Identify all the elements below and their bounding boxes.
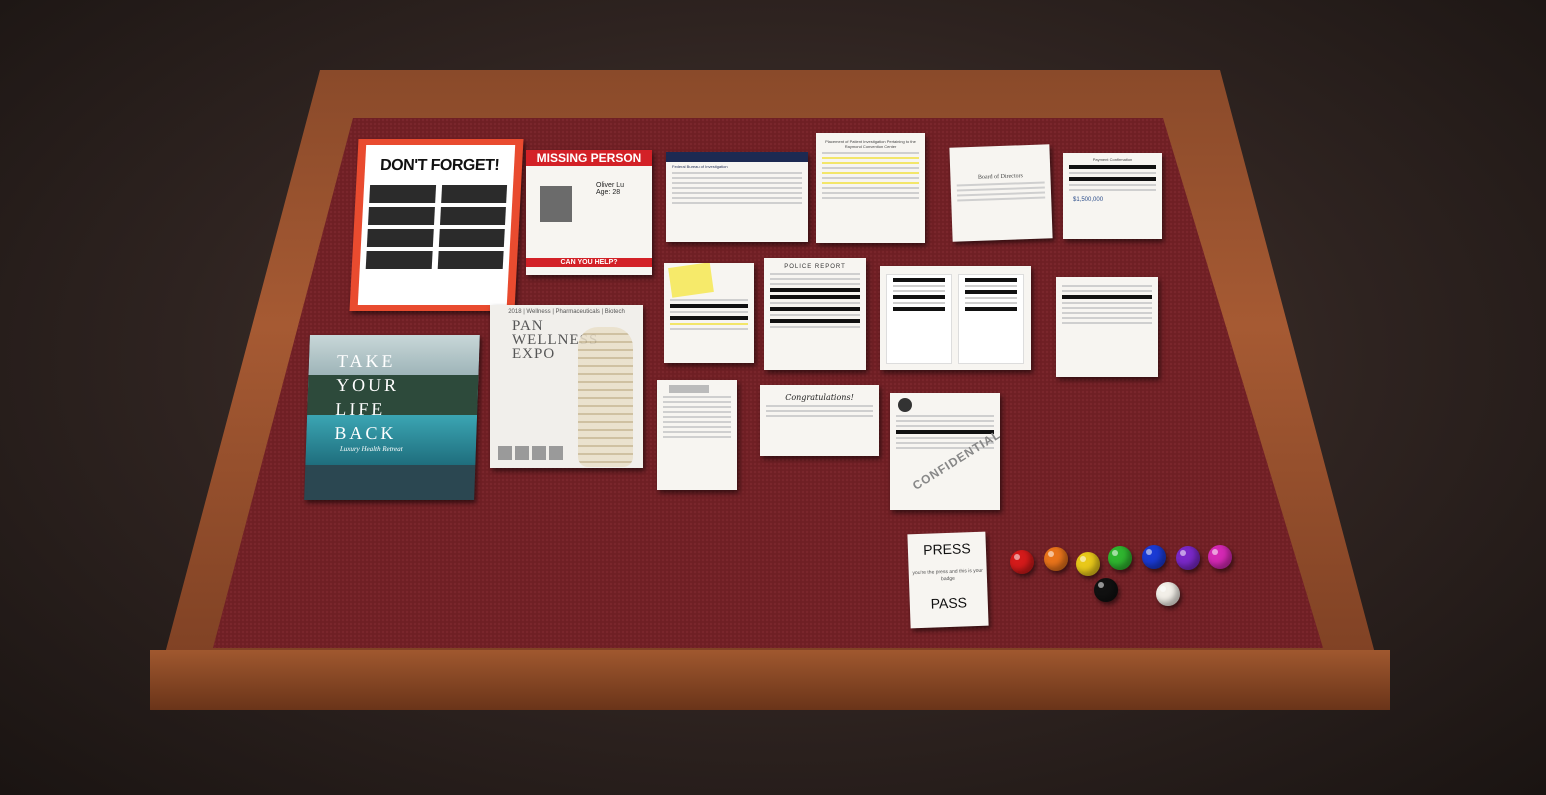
take-your-life-back-poster[interactable]: TAKE YOUR LIFE BACK Luxury Health Retrea… <box>304 335 480 500</box>
missing-person-poster[interactable]: MISSING PERSON Oliver Lu Age: 28 CAN YOU… <box>526 150 652 275</box>
cia-confidential-doc[interactable]: CONFIDENTIAL <box>890 393 1000 510</box>
chat-log-screenshots[interactable] <box>880 266 1031 370</box>
letterhead-doc[interactable] <box>1056 277 1158 377</box>
missing-person-title: MISSING PERSON <box>526 150 652 166</box>
press-pass-top: PRESS <box>922 540 971 558</box>
fbi-header: Federal Bureau of Investigation <box>672 164 728 169</box>
missing-person-footer: CAN YOU HELP? <box>526 258 652 267</box>
payment-confirmation[interactable]: Payment Confirmation $1,500,000 <box>1063 153 1162 239</box>
pushpin-white[interactable] <box>1156 582 1180 606</box>
dont-forget-title: DON'T FORGET! <box>379 157 500 174</box>
press-pass-text: you're the press and this is your badge <box>912 567 984 583</box>
missing-person-name: Oliver Lu Age: 28 <box>596 182 624 196</box>
handwritten-note[interactable] <box>657 380 737 490</box>
pan-wellness-expo-poster[interactable]: 2018 | Wellness | Pharmaceuticals | Biot… <box>490 305 643 468</box>
pushpin-green[interactable] <box>1108 546 1132 570</box>
board-title: Board of Directors <box>977 173 1024 181</box>
congrats-title: Congratulations! <box>785 393 854 402</box>
pushpin-purple[interactable] <box>1176 546 1200 570</box>
sticky-doc-body <box>664 299 754 330</box>
expo-title: PAN WELLNESS EXPO <box>512 318 599 362</box>
press-pass-bottom: PASS <box>930 594 968 612</box>
board-body <box>951 181 1052 202</box>
retreat-subtitle: Luxury Health Retreat <box>339 445 403 453</box>
sticky-note-doc[interactable] <box>664 263 754 363</box>
police-report-body <box>764 273 866 328</box>
police-report-title: POLICE REPORT <box>784 264 846 270</box>
spine-illustration <box>578 327 633 467</box>
congrats-body <box>760 405 879 417</box>
agency-seal-icon <box>898 398 912 412</box>
chat-pane-right <box>958 274 1024 364</box>
board-front-rail <box>150 650 1390 710</box>
congratulations-card[interactable]: Congratulations! <box>760 385 879 456</box>
person-age: Age: 28 <box>596 189 621 196</box>
note-header <box>669 385 709 393</box>
letter-header: Placement of Patient Investigation Perta… <box>825 139 916 149</box>
fbi-report[interactable]: Federal Bureau of Investigation <box>666 152 808 242</box>
expo-thumbnails <box>498 446 563 460</box>
police-report[interactable]: POLICE REPORT <box>764 258 866 370</box>
pushpin-red[interactable] <box>1010 550 1034 574</box>
pushpin-yellow[interactable] <box>1076 552 1100 576</box>
payment-amount: $1,500,000 <box>1073 197 1104 203</box>
pushpin-orange[interactable] <box>1044 547 1068 571</box>
game-scene: DON'T FORGET! MISSING PERSON Oliver Lu A… <box>0 0 1546 795</box>
letterhead-body <box>1056 285 1158 324</box>
press-pass[interactable]: PRESS you're the press and this is your … <box>907 531 989 629</box>
letter-body <box>816 152 925 199</box>
fbi-body <box>666 172 808 204</box>
pushpin-black[interactable] <box>1094 578 1118 602</box>
sticky-note <box>668 263 714 298</box>
expo-header: 2018 | Wellness | Pharmaceuticals | Biot… <box>508 309 625 315</box>
payment-title: Payment Confirmation <box>1092 157 1133 162</box>
board-of-directors-doc[interactable]: Board of Directors <box>949 144 1053 242</box>
convention-center-letter[interactable]: Placement of Patient Investigation Perta… <box>816 133 925 243</box>
chat-pane-left <box>886 274 952 364</box>
dont-forget-poster[interactable]: DON'T FORGET! <box>349 139 524 311</box>
pushpin-blue[interactable] <box>1142 545 1166 569</box>
person-name: Oliver Lu <box>596 182 625 189</box>
payment-body <box>1063 165 1162 191</box>
pushpin-pink[interactable] <box>1208 545 1232 569</box>
dont-forget-rules <box>365 185 508 269</box>
note-body <box>657 396 737 438</box>
missing-person-photo <box>540 186 572 222</box>
retreat-title: TAKE YOUR LIFE BACK <box>334 351 400 443</box>
fbi-header-bar <box>666 152 808 162</box>
